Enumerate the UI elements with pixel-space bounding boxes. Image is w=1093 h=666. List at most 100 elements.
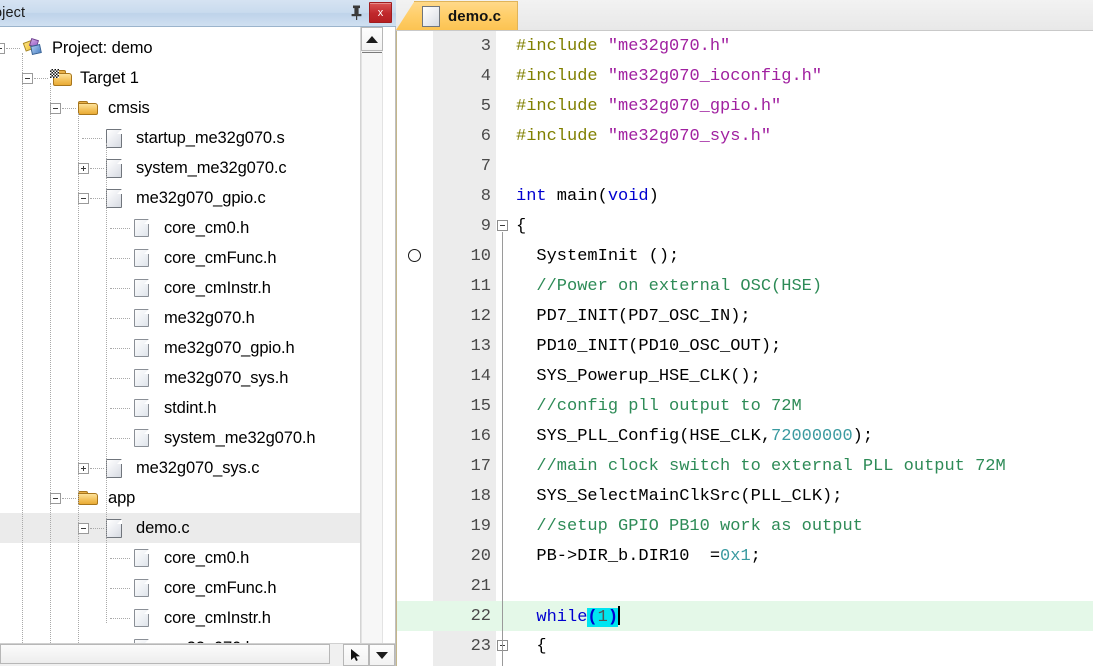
scroll-up-button[interactable]: [361, 27, 383, 51]
line-number: 8: [480, 186, 491, 206]
project-panel-title: oject: [0, 5, 26, 21]
tree-item[interactable]: me32g070_gpio.c: [0, 183, 361, 213]
code-number: 0x1: [720, 546, 751, 566]
tab-label: demo.c: [448, 7, 502, 25]
code-line[interactable]: 6 #include "me32g070_sys.h": [397, 121, 1093, 151]
tree-item-label: app: [108, 488, 136, 507]
header-file-icon: [134, 249, 149, 267]
code-token: ;: [750, 546, 761, 566]
tree-item[interactable]: system_me32g070.h: [0, 423, 361, 453]
tab-demo-c[interactable]: demo.c: [414, 1, 519, 30]
header-file-icon: [134, 579, 149, 597]
tree-item[interactable]: core_cm0.h: [0, 213, 361, 243]
tree-item-icon: [134, 309, 149, 332]
tree-item[interactable]: cmsis: [0, 93, 361, 123]
code-number: 72000000: [771, 426, 853, 446]
header-file-icon: [134, 339, 149, 357]
tree-item[interactable]: core_cm0.h: [0, 543, 361, 573]
tree-item-icon: [106, 519, 122, 543]
pin-icon[interactable]: [347, 3, 365, 23]
tree-item-icon: [78, 99, 98, 119]
tree-item[interactable]: app: [0, 483, 361, 513]
arrow-down-icon: [376, 651, 388, 659]
tree-connector: [110, 288, 130, 290]
tree-item[interactable]: Target 1: [0, 63, 361, 93]
scroll-down-button[interactable]: [369, 644, 395, 666]
tree-item-label: me32g070_sys.h: [164, 368, 289, 387]
tree-connector: [82, 138, 102, 140]
code-text: PD7_INIT(PD7_OSC_IN);: [516, 307, 750, 326]
tree-item[interactable]: core_cmFunc.h: [0, 573, 361, 603]
tree-item[interactable]: core_cmFunc.h: [0, 243, 361, 273]
code-line[interactable]: 7: [397, 151, 1093, 181]
tree-connector: [110, 558, 130, 560]
project-tree-scrollport: Project: demo Target 1 cmsis startup_me32g0…: [0, 27, 361, 644]
tree-item-selected[interactable]: demo.c: [0, 513, 361, 543]
code-text: SYS_SelectMainClkSrc(PLL_CLK);: [516, 487, 842, 506]
fold-collapse-icon[interactable]: [497, 220, 508, 231]
code-line[interactable]: 5 #include "me32g070_gpio.h": [397, 91, 1093, 121]
code-token: PB->DIR_b.DIR10 =: [516, 546, 721, 566]
tree-item[interactable]: core_cmInstr.h: [0, 273, 361, 303]
tree-item[interactable]: core_cmInstr.h: [0, 603, 361, 633]
project-tree-hscrollbar[interactable]: [0, 643, 395, 666]
vscroll-track[interactable]: [361, 53, 383, 644]
code-text: PD10_INIT(PD10_OSC_OUT);: [516, 337, 781, 356]
tree-item-icon: [134, 369, 149, 392]
tree-item[interactable]: me32g070_sys.h: [0, 363, 361, 393]
project-panel: oject x Project: demo Target 1 cmsis startu…: [0, 0, 396, 666]
bookmark-icon[interactable]: [408, 249, 421, 262]
tree-item[interactable]: me32g070.h: [0, 303, 361, 333]
hscroll-track[interactable]: [330, 644, 343, 666]
tree-item[interactable]: system_me32g070.c: [0, 153, 361, 183]
tree-item-label: stdint.h: [164, 398, 217, 417]
tree-connector: [110, 378, 130, 380]
project-tree-vscrollbar[interactable]: [360, 27, 383, 644]
panel-right-rail: [383, 27, 395, 666]
tree-item-label: Target 1: [80, 68, 139, 87]
tree-item-label: core_cm0.h: [164, 218, 250, 237]
tree-item-icon: [134, 429, 149, 452]
code-string: "me32g070_sys.h": [607, 126, 772, 146]
code-comment: //config pll output to 72M: [516, 396, 802, 416]
header-file-icon: [134, 549, 149, 567]
code-line[interactable]: 4 #include "me32g070_ioconfig.h": [397, 61, 1093, 91]
vscroll-thumb[interactable]: [362, 52, 382, 53]
tree-item-icon: [134, 219, 149, 242]
code-text: //config pll output to 72M: [516, 396, 802, 416]
line-number: 6: [480, 126, 491, 146]
tree-connector: [50, 83, 52, 644]
code-line[interactable]: 3 #include "me32g070.h": [397, 31, 1093, 61]
line-number: 9: [480, 216, 491, 236]
code-text: SystemInit ();: [516, 247, 679, 266]
project-panel-titlebar: oject x: [0, 0, 396, 27]
tree-item-label: startup_me32g070.s: [136, 128, 285, 147]
code-text: {: [516, 217, 526, 236]
tree-item-label: me32g070_gpio.h: [164, 338, 295, 357]
code-line[interactable]: 8 int main(void): [397, 181, 1093, 211]
target-folder-icon: [50, 69, 72, 86]
code-text: //setup GPIO PB10 work as output: [516, 517, 862, 536]
collapse-icon[interactable]: [0, 42, 5, 54]
tree-item-icon: [50, 69, 72, 90]
tree-item[interactable]: startup_me32g070.s: [0, 123, 361, 153]
tree-item[interactable]: Project: demo: [0, 33, 361, 63]
header-file-icon: [134, 399, 149, 417]
hscroll-thumb[interactable]: [0, 644, 330, 664]
code-lines[interactable]: 3 #include "me32g070.h" 4 #include "me32g07…: [397, 31, 1093, 666]
tree-item[interactable]: stdint.h: [0, 393, 361, 423]
tree-item-label: core_cmFunc.h: [164, 578, 277, 597]
source-file-icon: [106, 129, 122, 148]
tree-item[interactable]: me32g070_gpio.h: [0, 333, 361, 363]
tree-connector: [78, 113, 80, 644]
code-editor[interactable]: 3 #include "me32g070.h" 4 #include "me32g07…: [396, 31, 1093, 666]
tree-item[interactable]: me32g070_sys.c: [0, 453, 361, 483]
checker-flag-icon: [50, 69, 59, 78]
close-icon[interactable]: x: [369, 2, 392, 23]
tree-item-icon: [134, 249, 149, 272]
code-text: #include "me32g070.h": [516, 37, 730, 56]
line-number: 17: [470, 456, 491, 476]
hscroll-right-button[interactable]: [343, 644, 369, 666]
line-number: 7: [480, 156, 491, 176]
code-preprocessor: #include: [516, 96, 608, 116]
